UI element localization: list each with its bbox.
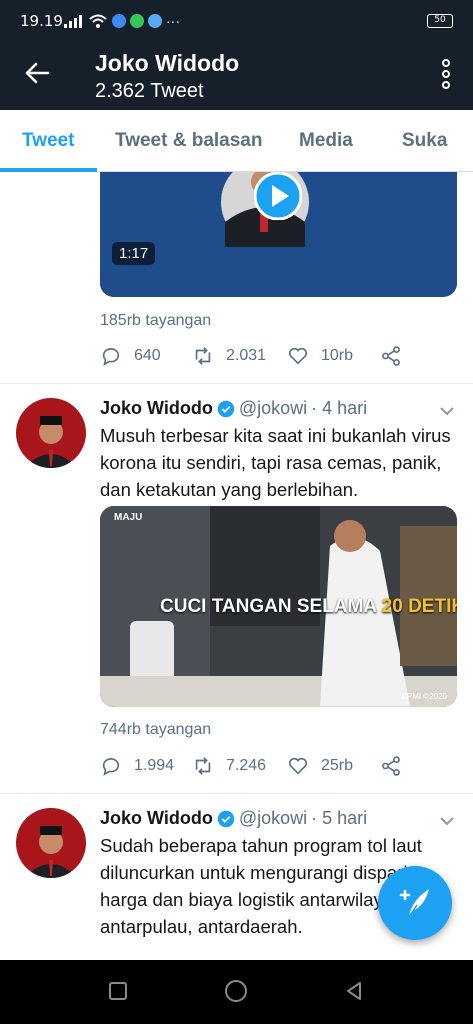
nav-home-icon[interactable] [224,979,248,1003]
more-vertical-icon[interactable] [441,58,451,90]
tweet-divider [0,383,473,384]
reply-button[interactable]: 640 [100,345,161,367]
tweet-actions: 1.994 7.246 25rb [100,755,420,781]
media-caption-text: CUCI TANGAN SELAMA [160,596,382,617]
tab-tweet-replies[interactable]: Tweet & balasan [115,130,262,152]
verified-icon [217,810,235,827]
like-count: 25rb [321,757,354,774]
media-credit: BPMI ©2020 [401,692,447,701]
reply-icon [102,758,120,776]
wifi-icon [89,14,107,28]
chevron-down-icon[interactable] [439,816,455,826]
video-thumbnail[interactable]: MAJU CUCI TANGAN SELAMA 20 DETIK BPMI ©2… [100,506,457,707]
retweet-button[interactable]: 2.031 [192,345,266,367]
like-count: 10rb [321,347,354,364]
tab-tweet[interactable]: Tweet [22,130,74,152]
retweet-count: 7.246 [226,757,267,774]
battery-icon: 50 [427,14,453,28]
profile-tabs: Tweet Tweet & balasan Media Suka [0,110,473,172]
share-icon [382,346,400,366]
compose-tweet-button[interactable] [378,866,452,940]
avatar[interactable] [16,808,86,878]
media-brand: MAJU [114,512,143,523]
media-caption: CUCI TANGAN SELAMA 20 DETIK [160,596,457,618]
reply-icon [102,348,120,366]
verified-icon [217,400,235,417]
app-notification-icon [148,14,162,28]
profile-header: Joko Widodo 2.362 Tweet [0,44,473,110]
chevron-down-icon[interactable] [439,406,455,416]
reply-count: 640 [134,347,161,364]
reply-count: 1.994 [134,757,175,774]
tweet-time: · 5 hari [311,808,368,828]
avatar[interactable] [16,398,86,468]
like-button[interactable]: 25rb [287,755,353,777]
tweet-text: Musuh terbesar kita saat ini bukanlah vi… [100,425,451,500]
signal-icon [64,15,82,28]
status-icons: ··· [64,13,180,29]
tweet-feed[interactable]: 1:17 185rb tayangan 640 2.031 10rb Joko … [0,172,473,960]
author-handle[interactable]: @jokowi [239,398,307,419]
view-count: 185rb tayangan [100,312,212,329]
video-duration: 1:17 [112,242,156,265]
whatsapp-icon [130,14,144,28]
system-nav-bar [0,960,473,1024]
nav-back-icon[interactable] [344,981,364,1001]
retweet-button[interactable]: 7.246 [192,755,266,777]
compose-tweet-icon [399,889,429,918]
author-name[interactable]: Joko Widodo [100,808,213,829]
share-button[interactable] [380,755,402,777]
status-bar: 19.19 ··· 50 [0,0,473,44]
retweet-count: 2.031 [226,347,267,364]
nav-recents-icon[interactable] [108,981,128,1001]
tweet-time: · 4 hari [311,398,368,418]
avatar-image [16,398,86,468]
avatar-image [16,808,86,878]
tweet-count: 2.362 Tweet [95,80,204,102]
video-thumbnail[interactable]: 1:17 [100,172,457,297]
tab-likes[interactable]: Suka [402,130,447,152]
retweet-icon [195,757,211,775]
tweet-header: Joko Widodo @jokowi · 4 hari [100,398,367,419]
tweet-divider [0,793,473,794]
reply-button[interactable]: 1.994 [100,755,174,777]
media-caption-highlight: 20 DETIK [381,596,457,617]
like-icon [288,347,308,365]
page-title: Joko Widodo [95,50,240,76]
back-arrow-icon[interactable] [22,58,52,88]
play-icon[interactable] [254,172,302,220]
like-icon [288,757,308,775]
tab-media[interactable]: Media [299,130,353,152]
more-notifications-icon: ··· [166,13,180,29]
retweet-icon [195,347,211,365]
tweet-header: Joko Widodo @jokowi · 5 hari [100,808,367,829]
like-button[interactable]: 10rb [287,345,353,367]
messenger-icon [112,14,126,28]
view-count: 744rb tayangan [100,721,212,738]
author-name[interactable]: Joko Widodo [100,398,213,419]
tweet-actions: 640 2.031 10rb [100,345,420,371]
status-time: 19.19 [20,12,63,30]
share-icon [382,756,400,776]
share-button[interactable] [380,345,402,367]
author-handle[interactable]: @jokowi [239,808,307,829]
